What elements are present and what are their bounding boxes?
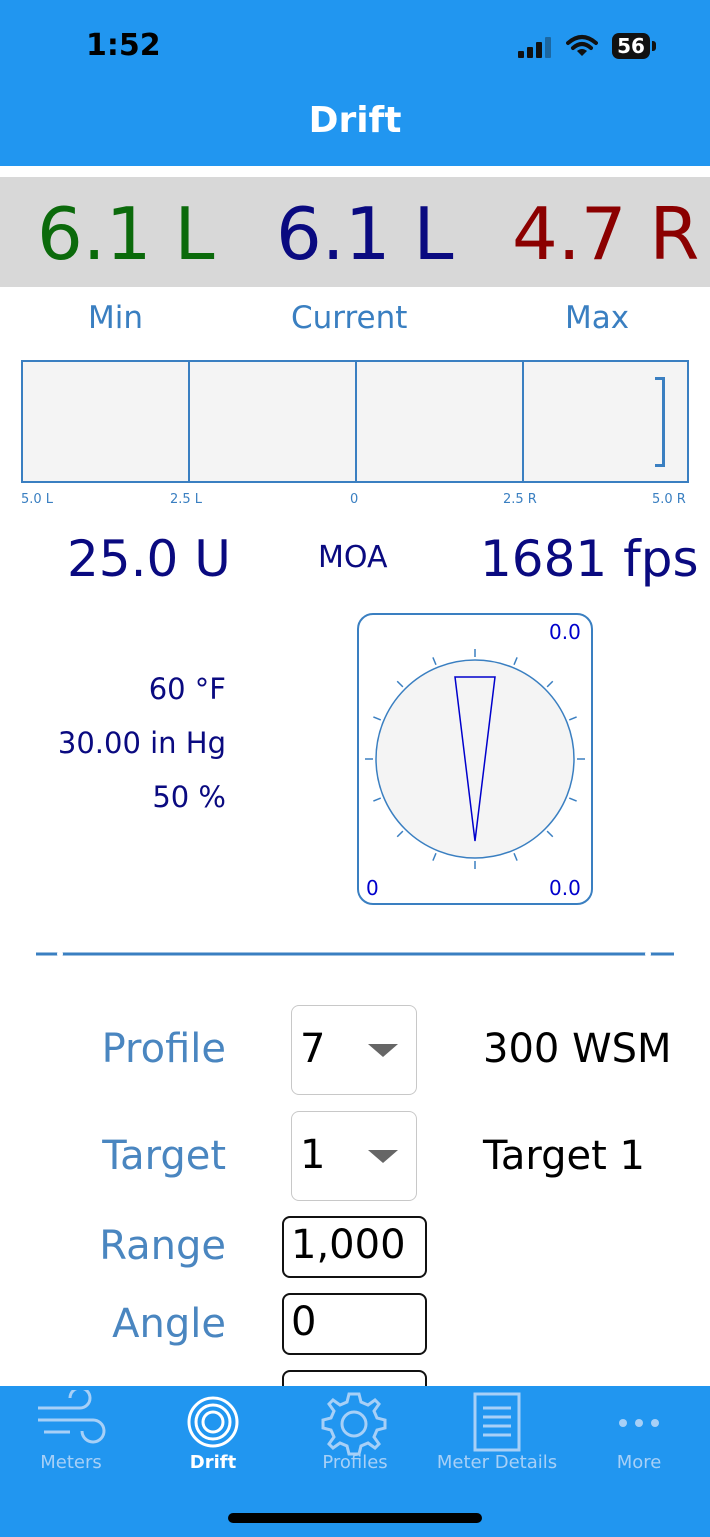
scale-gridline <box>522 362 524 481</box>
pressure-value: 30.00 in Hg <box>57 726 226 760</box>
profile-picker[interactable]: 7 <box>291 1005 417 1095</box>
compass-tick <box>568 797 577 802</box>
min-readout: 6.1 L <box>37 192 215 276</box>
battery-icon: 56 <box>612 33 650 59</box>
compass-tick <box>396 680 404 688</box>
gear-icon <box>321 1392 387 1456</box>
section-divider <box>36 951 674 957</box>
target-name: Target 1 <box>483 1133 645 1179</box>
compass-tick <box>513 657 518 666</box>
compass-dial <box>365 649 585 869</box>
units-label: MOA <box>318 540 388 575</box>
tab-profiles[interactable]: Profiles <box>284 1386 426 1486</box>
cellular-signal-icon <box>518 37 551 58</box>
tab-meters[interactable]: Meters <box>0 1386 142 1486</box>
compass-tick <box>513 852 518 861</box>
range-field[interactable]: 1,000 <box>282 1216 427 1278</box>
battery-tip <box>652 41 656 51</box>
target-label: Target <box>102 1133 226 1179</box>
scale-tick-label: 2.5 R <box>503 492 537 507</box>
scale-gridline <box>188 362 190 481</box>
profile-picker-value: 7 <box>300 1026 326 1072</box>
compass-tick <box>432 657 437 666</box>
page-title: Drift <box>308 100 402 141</box>
scale-tick-label: 5.0 R <box>652 492 686 507</box>
drift-range-bracket <box>655 377 666 467</box>
target-picker-value: 1 <box>300 1132 326 1178</box>
temperature-value: 60 °F <box>148 672 226 706</box>
compass-tick <box>396 830 404 838</box>
current-label: Current <box>291 300 408 336</box>
chevron-down-icon <box>368 1044 398 1057</box>
tab-meter-details[interactable]: Meter Details <box>426 1386 568 1486</box>
scale-tick-label: 5.0 L <box>21 492 54 507</box>
compass-tick <box>432 852 437 861</box>
compass-tick <box>546 830 554 838</box>
max-label: Max <box>565 300 630 336</box>
tab-drift[interactable]: Drift <box>142 1386 284 1486</box>
current-readout: 6.1 L <box>276 192 454 276</box>
compass-tick <box>546 680 554 688</box>
tab-meters-label: Meters <box>40 1452 102 1473</box>
document-icon <box>473 1392 521 1452</box>
max-readout: 4.7 R <box>512 192 700 276</box>
drift-scale-bar <box>21 360 689 483</box>
compass-tick <box>373 797 382 802</box>
angle-label: Angle <box>112 1301 226 1347</box>
profile-label: Profile <box>101 1026 226 1072</box>
tab-more[interactable]: More <box>568 1386 710 1486</box>
tab-profiles-label: Profiles <box>322 1452 388 1473</box>
target-picker[interactable]: 1 <box>291 1111 417 1201</box>
range-label: Range <box>99 1223 226 1269</box>
scale-gridline <box>355 362 357 481</box>
min-label: Min <box>88 300 144 336</box>
chevron-down-icon <box>368 1150 398 1163</box>
tab-drift-label: Drift <box>189 1452 237 1473</box>
humidity-value: 50 % <box>152 780 226 814</box>
home-indicator <box>228 1513 482 1523</box>
compass-tick <box>568 716 577 721</box>
tab-more-label: More <box>616 1452 662 1473</box>
angle-field[interactable]: 0 <box>282 1293 427 1355</box>
profile-name: 300 WSM <box>483 1026 672 1072</box>
header-bar <box>0 0 710 166</box>
more-icon <box>619 1419 659 1427</box>
scale-tick-label: 0 <box>350 492 359 507</box>
status-time: 1:52 <box>86 28 161 63</box>
tab-meter-details-label: Meter Details <box>436 1452 558 1473</box>
compass-tick <box>373 716 382 721</box>
elevation-value: 25.0 U <box>67 530 231 588</box>
wind-icon <box>38 1390 106 1444</box>
wifi-icon <box>566 35 598 56</box>
target-icon <box>187 1396 239 1448</box>
velocity-value: 1681 fps <box>480 530 699 588</box>
scale-tick-label: 2.5 L <box>170 492 203 507</box>
